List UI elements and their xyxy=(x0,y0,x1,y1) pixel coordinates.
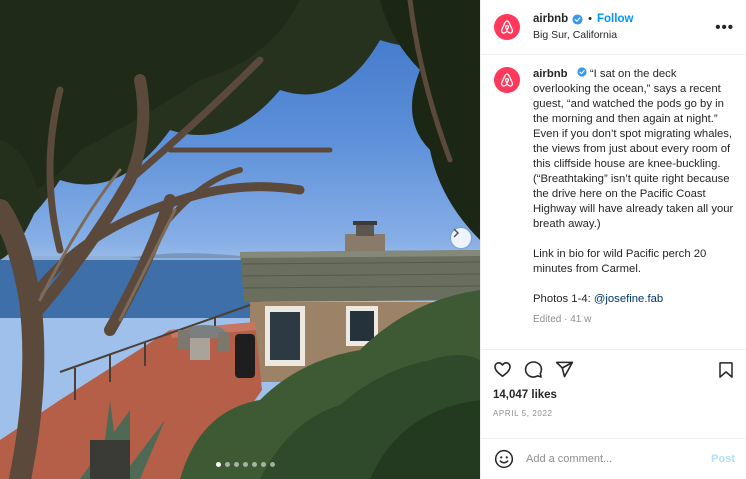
carousel-dot xyxy=(216,462,221,467)
edited-timestamp: Edited · 41 w xyxy=(533,314,592,325)
emoji-button[interactable] xyxy=(494,449,514,469)
comment-icon xyxy=(524,361,543,378)
cliffside-house-image xyxy=(0,0,480,479)
carousel-dot xyxy=(270,462,275,467)
carousel-dot xyxy=(234,462,239,467)
caption-username[interactable]: airbnb xyxy=(533,68,568,80)
username[interactable]: airbnb xyxy=(533,13,568,25)
comment-input[interactable] xyxy=(526,453,712,465)
post-author: airbnb • Follow Big Sur, California xyxy=(533,13,715,41)
post-details-panel: airbnb • Follow Big Sur, California ••• xyxy=(480,0,746,479)
photographer-mention-link[interactable]: @josefine.fab xyxy=(594,293,663,305)
share-icon xyxy=(555,361,574,378)
carousel-dot xyxy=(225,462,230,467)
comment-button[interactable] xyxy=(524,360,543,379)
verified-badge-icon xyxy=(577,67,587,77)
post-photo[interactable] xyxy=(0,0,480,479)
photos-credit-label: Photos 1-4: xyxy=(533,293,594,305)
likes-count[interactable]: 14,047 likes xyxy=(493,389,735,401)
action-bar: 14,047 likes APRIL 5, 2022 xyxy=(481,349,746,418)
carousel-dot xyxy=(261,462,266,467)
emoji-icon xyxy=(494,449,514,469)
caption-link-line: Link in bio for wild Pacific perch 20 mi… xyxy=(533,248,707,275)
caption-body: “I sat on the deck overlooking the ocean… xyxy=(533,68,734,230)
share-button[interactable] xyxy=(555,360,574,379)
caption-avatar[interactable] xyxy=(494,67,520,93)
more-icon: ••• xyxy=(715,18,734,36)
post-header: airbnb • Follow Big Sur, California ••• xyxy=(481,0,746,55)
caption-text: airbnb “I sat on the deck overlooking th… xyxy=(533,67,734,349)
avatar[interactable] xyxy=(494,14,520,40)
save-button[interactable] xyxy=(717,361,735,379)
next-arrow-icon xyxy=(453,228,460,238)
post-date: APRIL 5, 2022 xyxy=(493,409,553,418)
caption-section: airbnb “I sat on the deck overlooking th… xyxy=(481,55,746,349)
airbnb-logo-icon xyxy=(500,20,514,34)
post-comment-button[interactable]: Post xyxy=(711,453,735,465)
airbnb-logo-icon xyxy=(500,73,514,87)
carousel-dot xyxy=(252,462,257,467)
follow-button[interactable]: Follow xyxy=(597,13,633,25)
next-photo-button[interactable] xyxy=(451,228,471,248)
carousel-dots xyxy=(216,462,275,467)
location-link[interactable]: Big Sur, California xyxy=(533,29,715,41)
more-options-button[interactable]: ••• xyxy=(715,20,734,35)
comment-box: Post xyxy=(481,438,746,479)
carousel-dot xyxy=(243,462,248,467)
like-button[interactable] xyxy=(493,360,512,379)
verified-badge-icon xyxy=(572,13,583,25)
separator-dot: • xyxy=(588,13,592,25)
heart-icon xyxy=(494,361,511,378)
bookmark-icon xyxy=(719,361,733,378)
